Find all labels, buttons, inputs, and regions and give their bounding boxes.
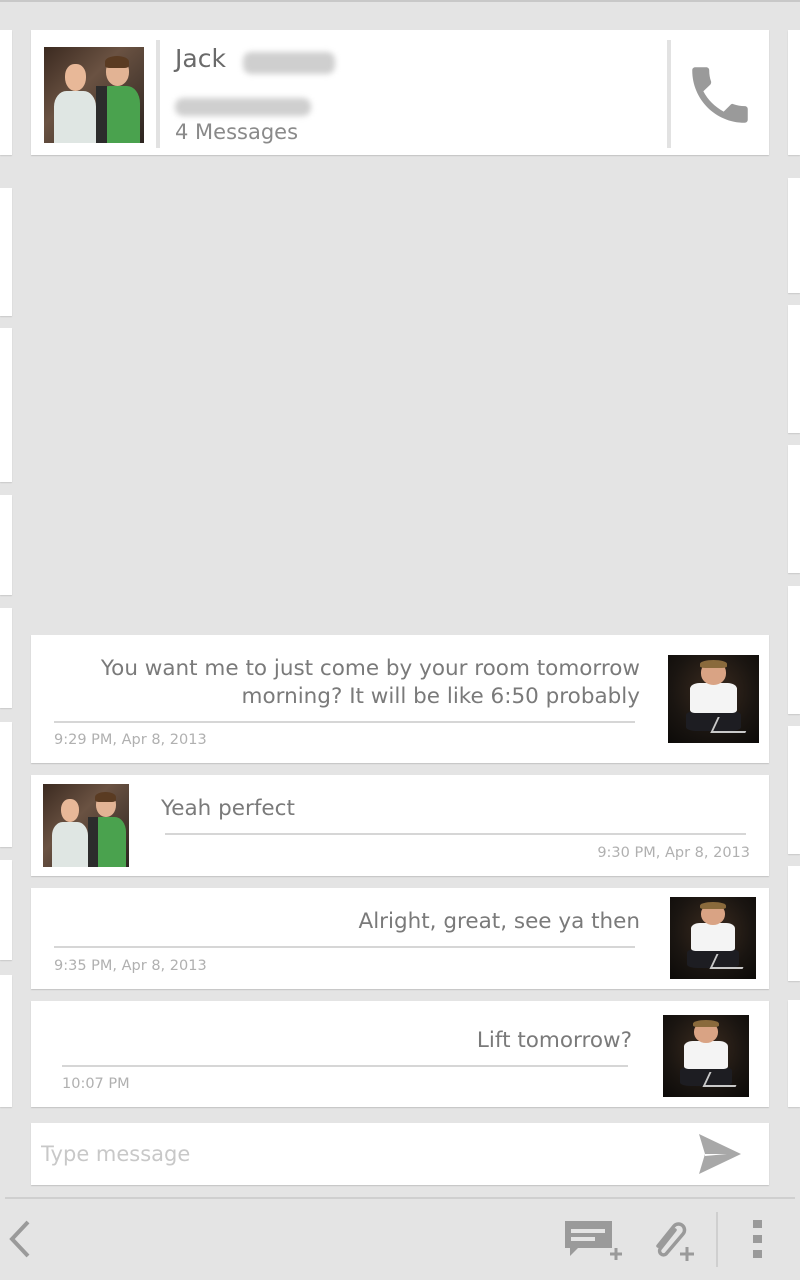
right-page-edge bbox=[788, 866, 800, 981]
message-text: You want me to just come by your room to… bbox=[100, 656, 640, 709]
my-avatar bbox=[668, 655, 759, 743]
contact-avatar[interactable] bbox=[44, 47, 144, 143]
quick-text-button[interactable] bbox=[562, 1218, 622, 1266]
message-text: Yeah perfect bbox=[161, 796, 295, 821]
left-page-edge bbox=[0, 495, 12, 595]
my-avatar bbox=[663, 1015, 749, 1097]
right-page-edge bbox=[788, 30, 800, 155]
message-timestamp: 9:29 PM, Apr 8, 2013 bbox=[54, 732, 207, 748]
send-button[interactable] bbox=[697, 1132, 743, 1176]
left-page-edge bbox=[0, 608, 12, 708]
left-page-edge bbox=[0, 188, 12, 316]
message-divider bbox=[54, 721, 635, 723]
phone-icon bbox=[692, 67, 748, 123]
message-bubble[interactable]: Yeah perfect 9:30 PM, Apr 8, 2013 bbox=[31, 775, 769, 876]
overflow-menu-button[interactable] bbox=[748, 1218, 768, 1260]
conversation-header[interactable]: Jack 4 Messages bbox=[31, 30, 769, 155]
message-divider bbox=[165, 833, 746, 835]
message-divider bbox=[62, 1065, 628, 1067]
call-button[interactable] bbox=[683, 58, 757, 132]
message-timestamp: 9:30 PM, Apr 8, 2013 bbox=[597, 845, 750, 861]
message-bubble[interactable]: Alright, great, see ya then 9:35 PM, Apr… bbox=[31, 888, 769, 989]
message-input[interactable] bbox=[31, 1123, 671, 1185]
left-page-edge bbox=[0, 328, 12, 482]
left-page-edge bbox=[0, 722, 12, 847]
message-text: Lift tomorrow? bbox=[476, 1028, 632, 1053]
paperclip-icon bbox=[656, 1222, 694, 1261]
message-text: Alright, great, see ya then bbox=[358, 909, 640, 934]
right-page-edge bbox=[788, 445, 800, 573]
attach-button[interactable] bbox=[648, 1216, 698, 1264]
call-divider bbox=[667, 40, 671, 148]
send-icon bbox=[699, 1134, 741, 1174]
left-page-edge bbox=[0, 975, 12, 1107]
message-bubble[interactable]: You want me to just come by your room to… bbox=[31, 635, 769, 763]
contact-number-redacted bbox=[175, 98, 311, 116]
right-page-edge bbox=[788, 178, 800, 293]
message-composer bbox=[31, 1123, 769, 1185]
right-page-edge bbox=[788, 305, 800, 433]
overflow-menu-icon bbox=[753, 1220, 762, 1258]
message-count: 4 Messages bbox=[175, 120, 299, 144]
contact-name: Jack bbox=[175, 44, 226, 73]
my-avatar bbox=[670, 897, 756, 979]
contact-avatar bbox=[43, 784, 129, 867]
action-bar-divider bbox=[5, 1197, 795, 1199]
header-divider bbox=[156, 40, 160, 148]
contact-first-name: Jack bbox=[175, 44, 226, 73]
left-page-edge bbox=[0, 860, 12, 960]
back-button[interactable] bbox=[4, 1218, 36, 1260]
action-bar-separator bbox=[716, 1212, 718, 1267]
top-divider bbox=[0, 0, 800, 2]
left-page-edge bbox=[0, 30, 12, 155]
message-divider bbox=[54, 946, 635, 948]
right-page-edge bbox=[788, 726, 800, 854]
message-bubble[interactable]: Lift tomorrow? 10:07 PM bbox=[31, 1001, 769, 1107]
chevron-left-icon bbox=[9, 1220, 30, 1258]
quick-text-icon bbox=[565, 1221, 622, 1260]
message-timestamp: 9:35 PM, Apr 8, 2013 bbox=[54, 958, 207, 974]
right-page-edge bbox=[788, 1000, 800, 1107]
message-timestamp: 10:07 PM bbox=[62, 1076, 130, 1092]
right-page-edge bbox=[788, 586, 800, 714]
contact-last-name-redacted bbox=[243, 52, 335, 74]
